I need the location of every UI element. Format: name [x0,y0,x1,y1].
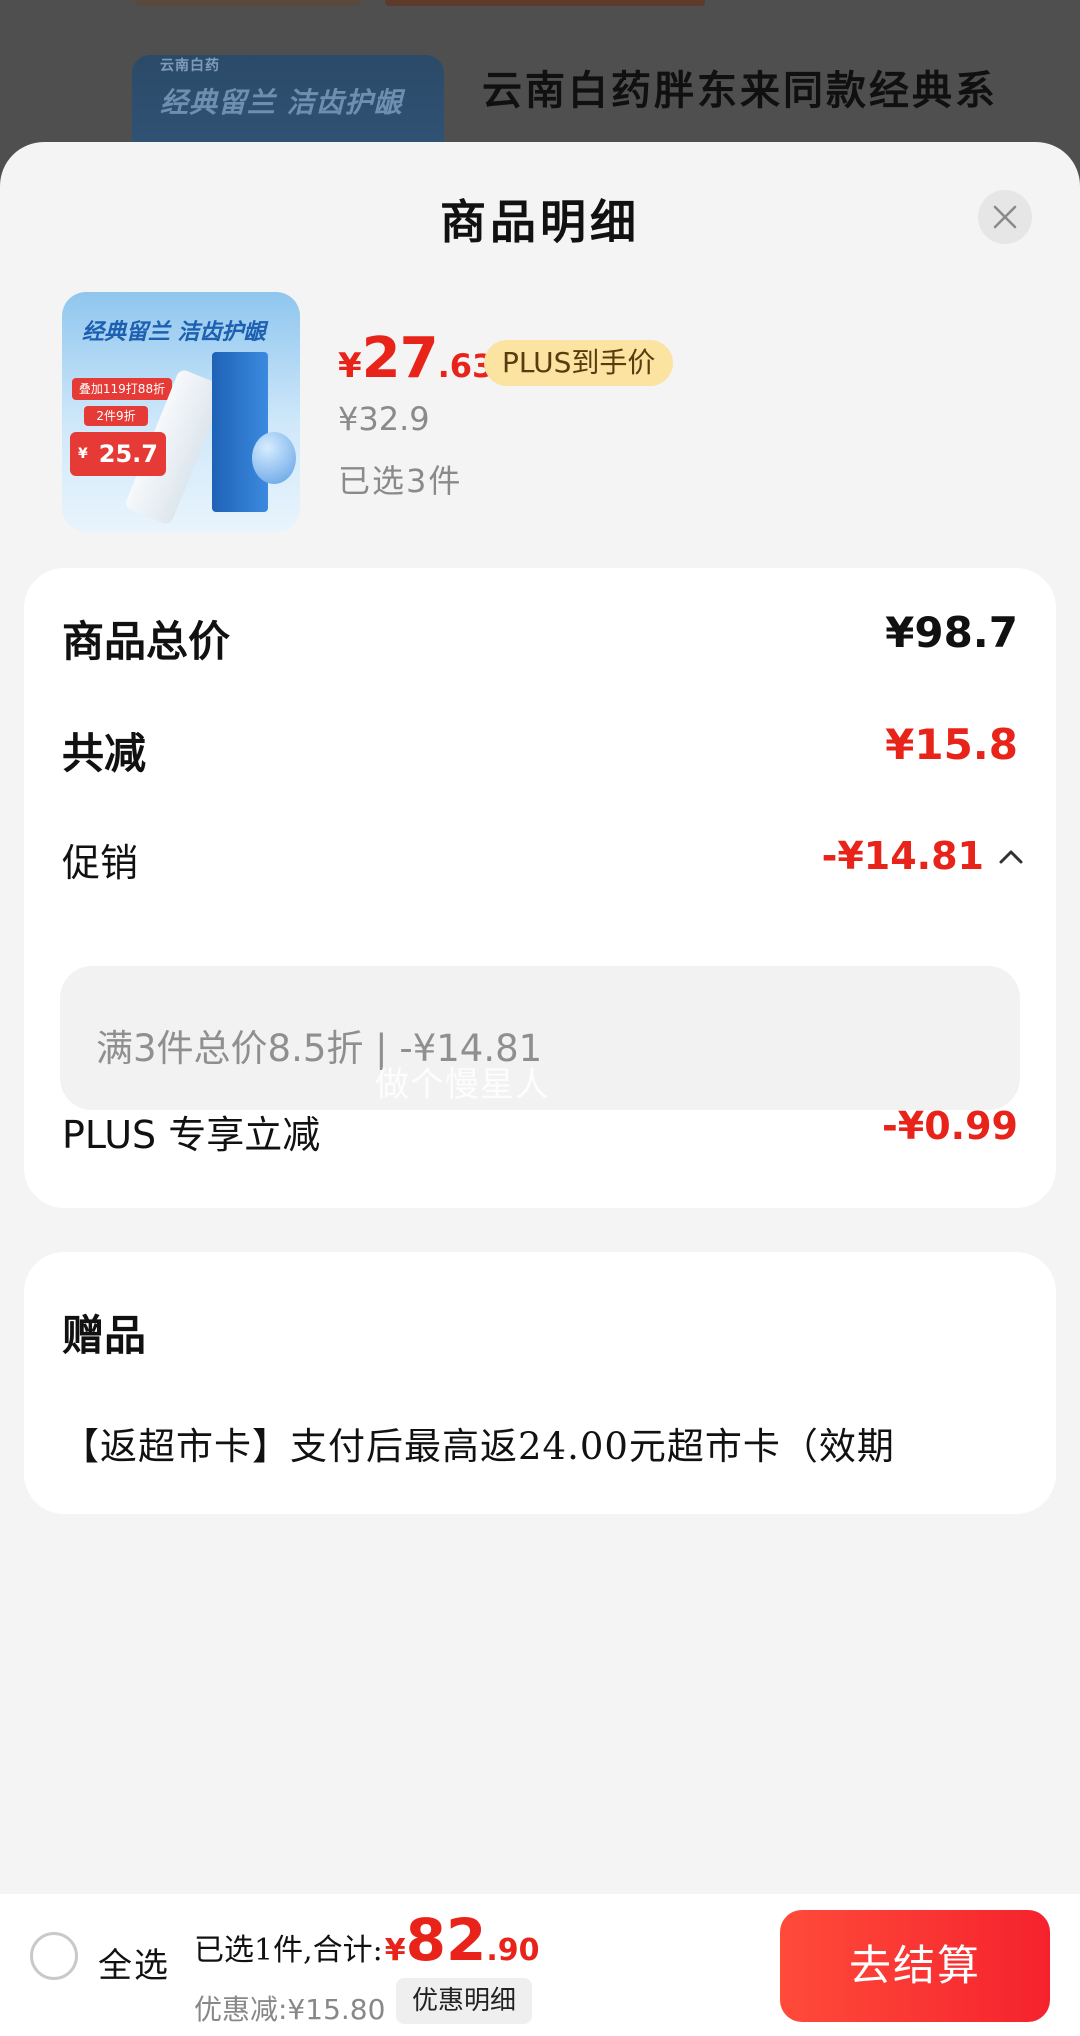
total-price-label: 商品总价 [62,617,231,666]
chevron-up-icon [999,850,1023,864]
product-price: ¥ 27 .63 [338,326,494,391]
order-total: 已选1件,合计: ¥ 82 .90 [194,1906,539,1974]
order-total-label: 已选1件,合计: [194,1933,383,1968]
checkout-bar: 全选 已选1件,合计: ¥ 82 .90 优惠减:¥15.80 优惠明细 去结算 [0,1894,1080,2036]
background-product-title: 云南白药胖东来同款经典系 [482,67,998,114]
product-image: 经典留兰 洁齿护龈 叠加119打88折 2件9折 25.7 [62,292,300,532]
price-symbol: ¥ [338,346,362,386]
order-total-decimal: .90 [486,1933,540,1968]
total-reduce-label: 共减 [62,729,147,778]
close-icon [993,205,1017,229]
plus-discount-value: -¥0.99 [882,1104,1018,1148]
promo-toggle[interactable]: -¥14.81 [822,834,1024,878]
product-image-price: 25.7 [70,432,166,476]
close-button[interactable] [978,190,1032,244]
background-thumb-text: 经典留兰 洁齿护龈 [160,86,403,119]
product-image-tag: 2件9折 [84,406,148,426]
select-all-label[interactable]: 全选 [98,1938,170,1987]
gift-text[interactable]: 【返超市卡】支付后最高返24.00元超市卡（效期 [62,1416,895,1470]
total-price-value: ¥98.7 [885,608,1018,657]
plus-discount-label: PLUS 专享立减 [62,1113,321,1157]
discount-detail-button[interactable]: 优惠明细 [396,1978,533,2024]
select-all-checkbox[interactable] [30,1932,78,1980]
sheet-title: 商品明细 [440,195,640,249]
promo-value: -¥14.81 [821,834,984,878]
gift-title: 赠品 [62,1311,147,1360]
plus-price-badge: PLUS到手价 [484,340,674,386]
checkout-button[interactable]: 去结算 [780,1910,1050,2022]
price-integer: 27 [361,326,439,391]
order-total-symbol: ¥ [384,1933,406,1968]
product-detail-sheet: 商品明细 经典留兰 洁齿护龈 叠加119打88折 2件9折 25.7 ¥ 27 … [0,142,1080,2036]
watermark: 做个慢星人 [375,1065,550,1105]
background-thumb-brand: 云南白药 [160,58,220,74]
selected-count: 已选3件 [338,462,463,500]
balloon-shape [252,432,296,484]
product-image-header: 经典留兰 洁齿护龈 [82,320,266,345]
product-image-tag: 叠加119打88折 [72,378,172,400]
toothpaste-box-shape [212,352,268,512]
background-strip [135,0,360,6]
promo-label: 促销 [62,841,139,885]
order-total-integer: 82 [405,1906,487,1974]
discount-amount: 优惠减:¥15.80 [194,1993,386,2026]
price-summary-card: 商品总价 ¥98.7 共减 ¥15.8 促销 -¥14.81 满3件总价8.5折… [24,568,1056,1208]
gift-card: 赠品 【返超市卡】支付后最高返24.00元超市卡（效期 [24,1252,1056,1514]
original-price: ¥32.9 [338,400,430,438]
background-strip [385,0,705,6]
total-reduce-value: ¥15.8 [885,720,1018,769]
